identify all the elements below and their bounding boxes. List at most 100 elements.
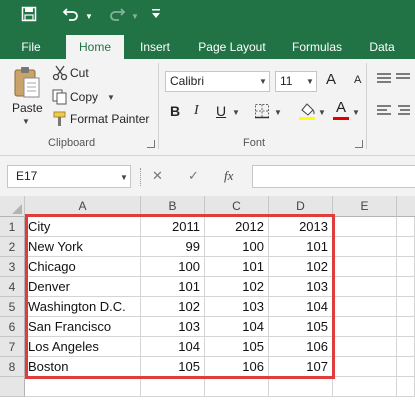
cell-d6[interactable]: 105: [269, 317, 333, 337]
font-family-dropdown-icon[interactable]: ▼: [259, 77, 267, 86]
save-icon[interactable]: [18, 6, 40, 28]
cell-d5[interactable]: 104: [269, 297, 333, 317]
cell-a8[interactable]: Boston: [25, 357, 141, 377]
align-top-icon[interactable]: [376, 71, 410, 88]
row-header[interactable]: 3: [0, 257, 25, 277]
grow-font-icon[interactable]: A: [326, 71, 336, 88]
redo-dropdown-icon[interactable]: ▼: [130, 6, 140, 28]
cell-e1[interactable]: [333, 217, 397, 237]
column-header-a[interactable]: A: [25, 196, 141, 217]
copy-button-label[interactable]: Copy: [70, 90, 98, 104]
cell-overflow[interactable]: [397, 297, 415, 317]
cell-e3[interactable]: [333, 257, 397, 277]
cell-overflow[interactable]: [397, 317, 415, 337]
clipboard-launcher-icon[interactable]: [147, 140, 155, 148]
underline-dropdown-icon[interactable]: ▼: [232, 108, 240, 117]
cell-a5[interactable]: Washington D.C.: [25, 297, 141, 317]
select-all-corner[interactable]: [0, 196, 25, 217]
row-header[interactable]: 1: [0, 217, 25, 237]
column-header-e[interactable]: E: [333, 196, 397, 217]
cell-a1[interactable]: City: [25, 217, 141, 237]
customize-qat-icon[interactable]: [148, 6, 164, 28]
cell-b2[interactable]: 99: [141, 237, 205, 257]
cell-e8[interactable]: [333, 357, 397, 377]
undo-dropdown-icon[interactable]: ▼: [84, 6, 94, 28]
cell-d8[interactable]: 107: [269, 357, 333, 377]
cell-d4[interactable]: 103: [269, 277, 333, 297]
paste-dropdown-icon[interactable]: ▼: [22, 117, 30, 126]
cell-a4[interactable]: Denver: [25, 277, 141, 297]
cell-b3[interactable]: 100: [141, 257, 205, 277]
row-header[interactable]: 6: [0, 317, 25, 337]
cell-b8[interactable]: 105: [141, 357, 205, 377]
borders-icon[interactable]: [254, 103, 270, 122]
cell-b1[interactable]: 2011: [141, 217, 205, 237]
font-color-icon[interactable]: A: [333, 99, 349, 120]
format-painter-icon[interactable]: [52, 111, 68, 130]
cell-c5[interactable]: 103: [205, 297, 269, 317]
cell-overflow[interactable]: [397, 217, 415, 237]
column-header-c[interactable]: C: [205, 196, 269, 217]
column-header-b[interactable]: B: [141, 196, 205, 217]
italic-button[interactable]: I: [194, 103, 199, 119]
cell-c6[interactable]: 104: [205, 317, 269, 337]
bold-button[interactable]: B: [170, 103, 180, 119]
cut-icon[interactable]: [52, 65, 68, 84]
tab-file[interactable]: File: [10, 35, 52, 59]
tab-formulas[interactable]: Formulas: [284, 35, 350, 59]
cell-d3[interactable]: 102: [269, 257, 333, 277]
cell-d2[interactable]: 101: [269, 237, 333, 257]
row-header[interactable]: 5: [0, 297, 25, 317]
row-header[interactable]: 7: [0, 337, 25, 357]
cell-b4[interactable]: 101: [141, 277, 205, 297]
fill-color-icon[interactable]: [298, 101, 316, 124]
tab-insert[interactable]: Insert: [130, 35, 180, 59]
fill-color-dropdown-icon[interactable]: ▼: [318, 108, 326, 117]
row-header[interactable]: 8: [0, 357, 25, 377]
cell-c1[interactable]: 2012: [205, 217, 269, 237]
cell-overflow[interactable]: [397, 337, 415, 357]
cell-d7[interactable]: 106: [269, 337, 333, 357]
cell-b7[interactable]: 104: [141, 337, 205, 357]
cell-c2[interactable]: 100: [205, 237, 269, 257]
font-size-dropdown-icon[interactable]: ▼: [306, 77, 314, 86]
copy-dropdown-icon[interactable]: ▼: [107, 93, 115, 102]
cell-c3[interactable]: 101: [205, 257, 269, 277]
row-header[interactable]: 4: [0, 277, 25, 297]
cell-d1[interactable]: 2013: [269, 217, 333, 237]
cell-a9[interactable]: [25, 377, 141, 397]
cell-overflow[interactable]: [397, 377, 415, 397]
cell-d9[interactable]: [269, 377, 333, 397]
cell-e4[interactable]: [333, 277, 397, 297]
cell-e9[interactable]: [333, 377, 397, 397]
cell-b6[interactable]: 103: [141, 317, 205, 337]
paste-icon[interactable]: [12, 65, 42, 102]
cell-overflow[interactable]: [397, 257, 415, 277]
row-header[interactable]: 2: [0, 237, 25, 257]
shrink-font-icon[interactable]: A: [354, 74, 361, 86]
cell-e5[interactable]: [333, 297, 397, 317]
formula-input[interactable]: [252, 165, 415, 188]
cell-e2[interactable]: [333, 237, 397, 257]
tab-data[interactable]: Data: [360, 35, 404, 59]
tab-page-layout[interactable]: Page Layout: [190, 35, 274, 59]
align-left-icon[interactable]: [376, 103, 410, 120]
underline-button[interactable]: U: [216, 103, 226, 119]
cell-a2[interactable]: New York: [25, 237, 141, 257]
borders-dropdown-icon[interactable]: ▼: [274, 108, 282, 117]
cell-c9[interactable]: [205, 377, 269, 397]
enter-icon[interactable]: ✓: [188, 168, 199, 184]
insert-function-icon[interactable]: fx: [224, 168, 233, 184]
cell-overflow[interactable]: [397, 357, 415, 377]
font-color-dropdown-icon[interactable]: ▼: [352, 108, 360, 117]
cell-overflow[interactable]: [397, 237, 415, 257]
cell-a3[interactable]: Chicago: [25, 257, 141, 277]
cell-b9[interactable]: [141, 377, 205, 397]
font-family-select[interactable]: Calibri: [165, 71, 270, 92]
font-launcher-icon[interactable]: [355, 140, 363, 148]
redo-icon[interactable]: [106, 6, 128, 28]
paste-button-label[interactable]: Paste: [12, 101, 43, 115]
cell-b5[interactable]: 102: [141, 297, 205, 317]
cell-e6[interactable]: [333, 317, 397, 337]
undo-icon[interactable]: [60, 6, 82, 28]
